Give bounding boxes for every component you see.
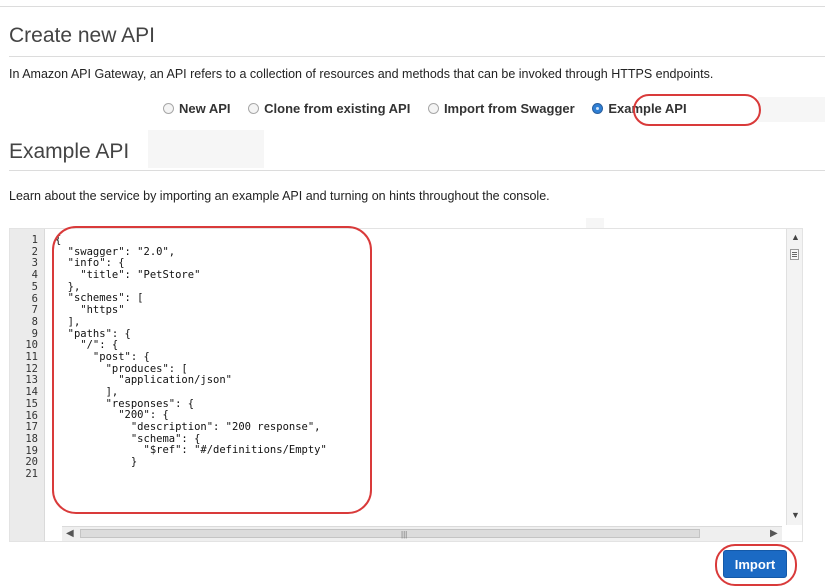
option-new-api[interactable]: New API	[163, 101, 231, 116]
section-title: Example API	[9, 140, 130, 163]
option-import-swagger-label[interactable]: Import from Swagger	[444, 101, 575, 116]
line-number: 1	[31, 234, 38, 246]
option-import-swagger[interactable]: Import from Swagger	[427, 101, 575, 116]
line-number: 11	[25, 351, 38, 364]
radio-clone-api[interactable]	[248, 103, 260, 114]
thumb-grip-icon: |||	[401, 530, 408, 539]
line-number: 8	[31, 315, 38, 328]
scroll-down-arrow-icon[interactable]: ▼	[791, 510, 800, 520]
scroll-up-arrow-icon[interactable]: ▲	[791, 232, 800, 242]
line-numbers: 1 2 3 4 5 6 7 8 9 10 11 12 13 14 15 16 17 18 19 20 21	[10, 234, 38, 481]
scroll-right-arrow-icon[interactable]: ▶	[770, 528, 778, 539]
code-highlight	[52, 226, 372, 514]
api-source-options: New API Clone from existing API Import f…	[163, 101, 701, 117]
horizontal-scrollbar[interactable]: ◀ ||| ▶	[62, 526, 782, 541]
blank-panel	[758, 97, 825, 122]
horizontal-scroll-thumb[interactable]: |||	[80, 529, 700, 539]
option-clone-api-label[interactable]: Clone from existing API	[264, 101, 410, 116]
page-title: Create new API	[9, 24, 155, 47]
heading-blank-panel	[148, 130, 264, 168]
option-new-api-label[interactable]: New API	[179, 101, 231, 116]
example-api-highlight	[633, 94, 761, 126]
import-highlight	[715, 544, 797, 586]
intro-text: In Amazon API Gateway, an API refers to …	[9, 67, 714, 81]
line-number: 15	[25, 397, 38, 410]
scroll-grip-icon[interactable]	[790, 249, 799, 260]
scroll-left-arrow-icon[interactable]: ◀	[66, 528, 74, 539]
radio-import-swagger[interactable]	[427, 103, 439, 114]
learn-text: Learn about the service by importing an …	[9, 189, 550, 203]
option-clone-api[interactable]: Clone from existing API	[248, 101, 410, 116]
section-divider	[9, 170, 825, 171]
radio-new-api[interactable]	[163, 103, 174, 114]
line-number: 5	[31, 280, 38, 293]
title-divider	[9, 56, 825, 57]
top-divider	[0, 6, 825, 7]
radio-example-api[interactable]	[592, 103, 604, 114]
line-number: 18	[25, 432, 38, 445]
line-number: 21	[25, 468, 38, 481]
vertical-scrollbar[interactable]: ▲ ▼	[786, 229, 802, 525]
